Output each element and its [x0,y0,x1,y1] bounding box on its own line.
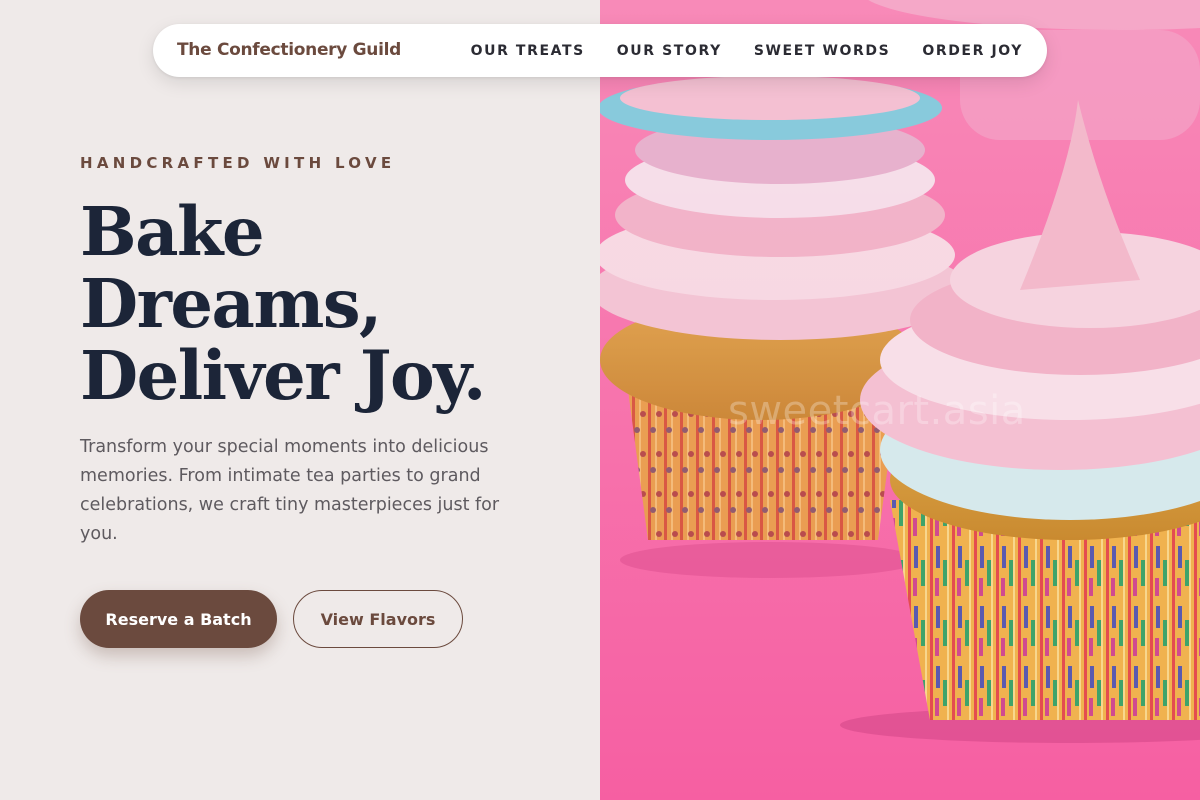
nav-link-our-story[interactable]: OUR STORY [617,43,722,59]
hero-text-panel: HANDCRAFTED WITH LOVE Bake Dreams, Deliv… [0,0,600,800]
nav-link-our-treats[interactable]: OUR TREATS [471,43,585,59]
headline-line: Dreams, [80,264,382,343]
hero-description: Transform your special moments into deli… [80,437,500,544]
hero-eyebrow: HANDCRAFTED WITH LOVE [80,154,396,172]
reserve-batch-button[interactable]: Reserve a Batch [80,590,277,648]
nav-link-order-joy[interactable]: ORDER JOY [922,43,1023,59]
nav-link-sweet-words[interactable]: SWEET WORDS [754,43,891,59]
headline-line: Deliver Joy. [80,336,486,415]
photo-watermark: sweetcart.asia [728,388,1026,434]
nav-links: OUR TREATS OUR STORY SWEET WORDS ORDER J… [439,24,1023,77]
view-flavors-button[interactable]: View Flavors [293,590,463,648]
cupcakes-photo: sweetcart.asia [600,0,1200,800]
top-navigation: The Confectionery Guild OUR TREATS OUR S… [153,24,1047,77]
headline-line: Bake [80,192,265,271]
hero-headline: Bake Dreams, Deliver Joy. [80,196,580,412]
brand-logo[interactable]: The Confectionery Guild [177,24,401,77]
